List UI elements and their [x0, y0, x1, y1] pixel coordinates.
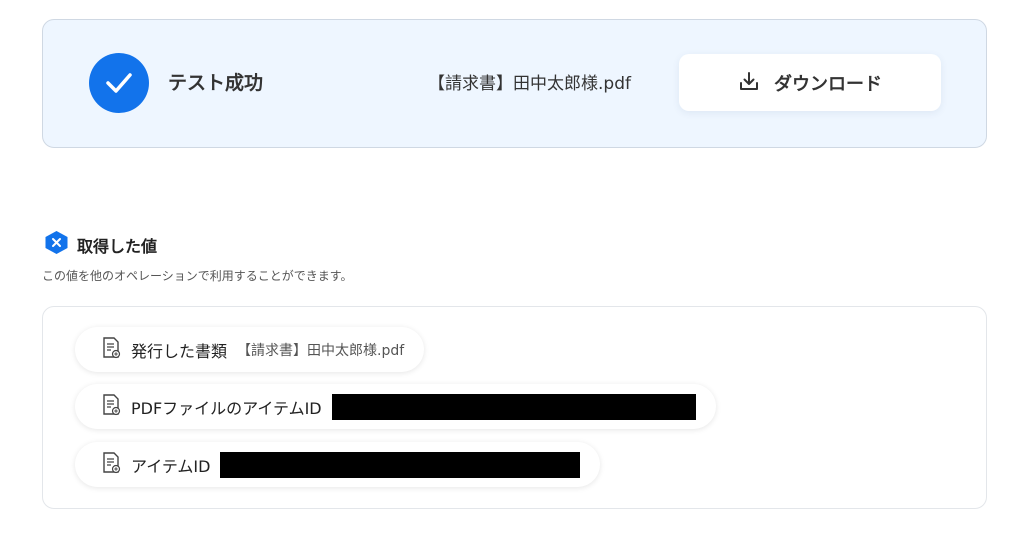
test-result-card: テスト成功 【請求書】田中太郎様.pdf ダウンロード [42, 19, 987, 148]
value-item-label: PDFファイルのアイテムID [131, 398, 322, 418]
value-item-label: 発行した書類 [131, 341, 228, 361]
redacted-value [331, 393, 696, 420]
redacted-value [220, 451, 581, 478]
document-icon [101, 393, 121, 420]
value-item-label: アイテムID [131, 456, 211, 476]
value-item-item-id[interactable]: アイテムID [75, 442, 601, 487]
status-text: テスト成功 [168, 72, 264, 94]
section-header: 取得した値 [44, 230, 157, 259]
document-icon [101, 451, 121, 478]
variable-icon [44, 230, 69, 259]
section-title: 取得した値 [77, 236, 158, 256]
value-item-pdf-item-id[interactable]: PDFファイルのアイテムID [75, 384, 716, 429]
document-icon [101, 336, 121, 363]
download-button[interactable]: ダウンロード [679, 54, 941, 111]
values-card: 発行した書類 【請求書】田中太郎様.pdf PDFファイルのアイテムID アイテ… [42, 306, 987, 509]
value-item-value: 【請求書】田中太郎様.pdf [237, 342, 405, 359]
value-item-issued-document[interactable]: 発行した書類 【請求書】田中太郎様.pdf [75, 327, 425, 372]
generated-file-name: 【請求書】田中太郎様.pdf [428, 74, 631, 94]
success-check-icon [89, 53, 149, 113]
section-description: この値を他のオペレーションで利用することができます。 [42, 269, 353, 283]
download-button-label: ダウンロード [774, 73, 882, 95]
download-icon [738, 70, 760, 96]
